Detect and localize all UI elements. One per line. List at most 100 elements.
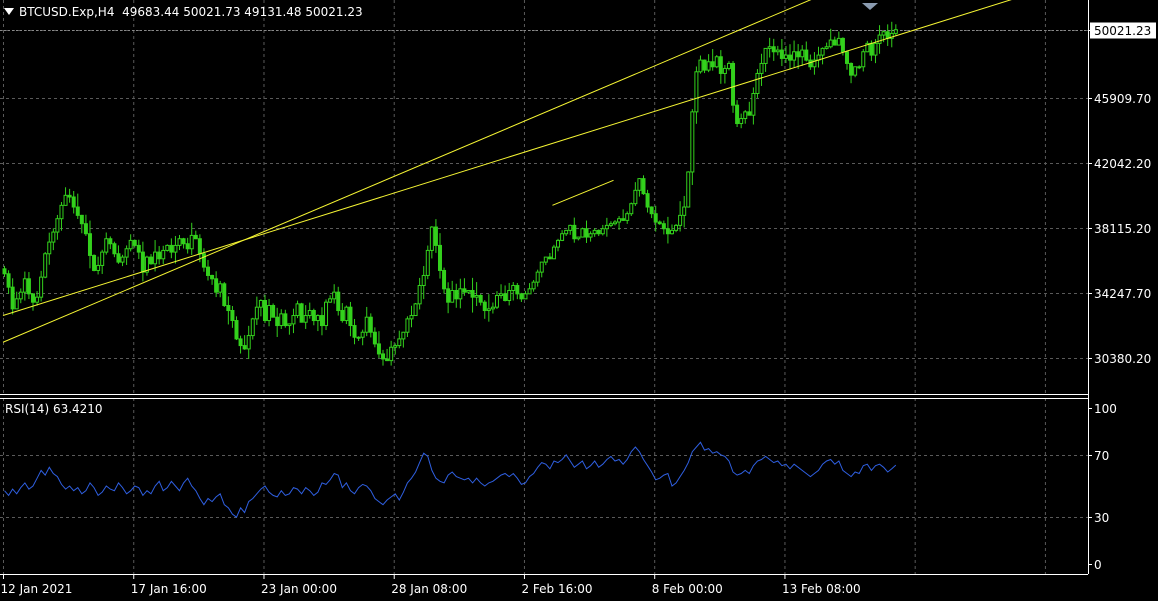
candle-body [763,47,768,64]
candle-body [51,231,56,243]
candle-body [853,66,858,76]
candle-body [124,248,129,258]
candle-body [189,234,194,250]
last-price-label: 50021.23 [1094,24,1151,38]
candle-body [206,266,210,276]
candle-body [771,46,776,53]
candle-body [385,358,390,362]
candle-body [478,295,483,303]
candle-body [474,295,479,298]
candle-body [686,171,691,208]
candle-body [26,278,31,295]
candle-body [75,206,80,216]
candle-body [55,218,60,233]
candle-body [59,204,64,220]
rsi-header: RSI(14) 63.4210 [5,402,103,416]
candle-body [669,229,674,235]
candle-body [14,298,19,310]
symbol-header: BTCUSD.Exp,H4 49683.44 50021.73 49131.48… [4,5,363,19]
candle-body [67,194,72,198]
candle-body [633,189,638,205]
candle-body [336,291,341,312]
time-tick-label: 28 Jan 08:00 [391,582,467,596]
dropdown-triangle-icon[interactable] [4,8,14,15]
candle-body [153,251,158,265]
candle-body [303,315,308,323]
candle-body [755,72,760,94]
candle-body [10,286,15,310]
candle-body [507,289,512,302]
candle-body [604,224,609,230]
candle-body [246,335,251,350]
candle-body [181,238,186,245]
candle-body [608,223,613,226]
candle-body [535,271,540,283]
candle-body [193,234,198,240]
candle-body [637,178,642,191]
candle-body [307,310,312,317]
candle-body [201,253,206,268]
ohlc-low: 49131.48 [244,5,302,19]
time-tick-label: 12 Jan 2021 [1,582,73,596]
candle-body [157,251,162,260]
candle-body [140,251,145,273]
candle-body [617,218,622,223]
candle-body [328,298,333,303]
candle-body [43,253,48,278]
candle-body [775,49,780,53]
candle-body [836,37,841,46]
candle-body [649,206,654,215]
candle-body [857,66,862,69]
candle-body [584,228,589,238]
candle-body [340,310,345,322]
candle-body [645,193,650,208]
price-chart[interactable]: 50021.23 45909.70 42042.20 38115.20 34247.70… [0,0,1158,601]
candle-body [588,233,593,238]
candle-body [820,47,825,56]
candle-body [315,315,320,322]
candle-body [714,56,719,68]
candle-body [295,303,300,317]
candle-body [551,246,556,260]
time-tick-label: 17 Jan 16:00 [131,582,207,596]
candle-body [258,300,263,308]
rsi-tick-label: 0 [1094,558,1102,572]
candle-body [291,315,296,325]
candle-body [437,244,442,271]
price-tick-label: 30380.20 [1094,352,1151,366]
candle-body [275,316,280,327]
rsi-tick-label: 30 [1094,511,1109,525]
candle-body [466,289,471,293]
candle-body [376,343,381,355]
candle-body [405,318,410,333]
candle-body [332,291,337,300]
candle-body [226,305,231,312]
symbol-name: BTCUSD.Exp,H4 [19,5,115,19]
candle-body [409,315,414,320]
candle-body [149,256,154,265]
candle-body [364,316,369,333]
candle-body [743,111,748,120]
candle-body [6,273,11,288]
candle-body [515,284,520,295]
candle-body [828,39,833,48]
candle-body [401,331,406,340]
candle-body [641,178,646,195]
candle-body [381,353,386,360]
candle-body [368,316,373,333]
candle-body [779,49,784,59]
candle-body [796,51,801,58]
candle-body [564,229,569,235]
candle-body [788,54,793,61]
candle-body [840,37,845,53]
candle-body [462,288,467,293]
candle-body [35,296,40,303]
candle-body [873,42,878,56]
price-tick-label: 42042.20 [1094,157,1151,171]
candle-body [344,306,349,322]
candle-body [262,300,267,322]
candle-body [731,62,736,106]
price-tick-label: 34247.70 [1094,287,1151,301]
candle-body [849,62,854,76]
candle-body [283,313,288,327]
